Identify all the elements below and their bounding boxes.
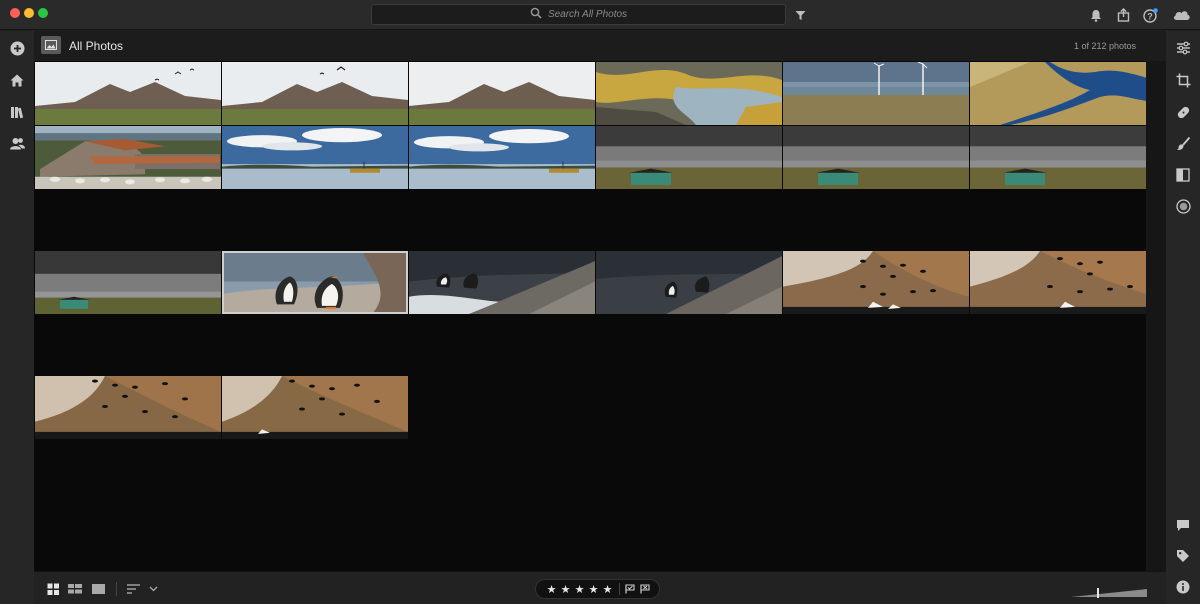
photo-tile[interactable]: [222, 62, 408, 125]
gradient-icon[interactable]: [1174, 166, 1192, 184]
photo-tile[interactable]: [222, 376, 408, 439]
bottom-toolbar: ★ ★ ★ ★ ★: [34, 571, 1166, 604]
flag-pick-icon[interactable]: [625, 584, 635, 594]
left-rail: [0, 31, 34, 604]
rating-star-1[interactable]: ★: [545, 583, 558, 596]
square-grid-icon[interactable]: [46, 582, 60, 596]
photo-tile[interactable]: [409, 126, 595, 189]
photo-tile[interactable]: [783, 62, 969, 125]
photo-tile[interactable]: [35, 251, 221, 314]
edit-sliders-icon[interactable]: [1174, 39, 1192, 57]
detail-view-icon[interactable]: [91, 582, 105, 596]
tag-icon[interactable]: [1174, 547, 1192, 565]
photo-count: 1 of 212 photos: [1073, 41, 1136, 51]
photo-tile[interactable]: [596, 126, 782, 189]
minimize-window-button[interactable]: [24, 8, 34, 18]
photo-tile[interactable]: [35, 376, 221, 439]
people-icon[interactable]: [8, 134, 26, 152]
photo-tile-selected[interactable]: [222, 251, 408, 314]
toolbar-divider: [116, 582, 117, 596]
grid-scrollbar[interactable]: [1146, 61, 1166, 571]
photo-tile[interactable]: [596, 251, 782, 314]
zoom-window-button[interactable]: [38, 8, 48, 18]
filter-icon[interactable]: [792, 7, 808, 23]
chevron-down-icon[interactable]: [148, 582, 158, 596]
content-header: All Photos 1 of 212 photos: [34, 31, 1166, 61]
photo-tile[interactable]: [970, 62, 1156, 125]
search-icon: [530, 7, 542, 22]
library-icon[interactable]: [8, 103, 26, 121]
share-icon[interactable]: [1115, 7, 1131, 23]
crop-icon[interactable]: [1174, 71, 1192, 89]
brush-icon[interactable]: [1174, 134, 1192, 152]
cloud-icon[interactable]: [1171, 7, 1191, 23]
photo-grid-icon[interactable]: [68, 582, 82, 596]
photo-tile[interactable]: [409, 62, 595, 125]
photo-tile[interactable]: [970, 126, 1156, 189]
rating-divider: [619, 583, 620, 595]
rating-star-3[interactable]: ★: [573, 583, 586, 596]
photo-tile[interactable]: [783, 126, 969, 189]
photo-tile[interactable]: [409, 251, 595, 314]
add-photo-icon[interactable]: [8, 39, 26, 57]
healing-icon[interactable]: [1174, 103, 1192, 121]
info-icon[interactable]: [1174, 578, 1192, 596]
photos-album-icon: [41, 36, 61, 54]
photo-tile[interactable]: [596, 62, 782, 125]
photo-tile[interactable]: [222, 126, 408, 189]
sort-icon[interactable]: [126, 582, 140, 596]
home-icon[interactable]: [8, 71, 26, 89]
right-rail: [1166, 31, 1200, 604]
photo-tile[interactable]: [970, 251, 1156, 314]
title-bar: Search All Photos ?: [0, 0, 1200, 30]
thumbnail-size-slider[interactable]: [1071, 585, 1147, 598]
bell-icon[interactable]: [1088, 7, 1104, 23]
rating-star-2[interactable]: ★: [559, 583, 572, 596]
svg-text:?: ?: [1147, 11, 1153, 21]
photo-tile[interactable]: [35, 126, 221, 189]
search-placeholder: Search All Photos: [547, 9, 628, 20]
comment-icon[interactable]: [1174, 516, 1192, 534]
rating-star-4[interactable]: ★: [587, 583, 600, 596]
photo-tile[interactable]: [35, 62, 221, 125]
help-icon[interactable]: ?: [1142, 7, 1158, 23]
search-field[interactable]: Search All Photos: [371, 4, 786, 25]
rating-flag-control: ★ ★ ★ ★ ★: [535, 579, 660, 599]
radial-icon[interactable]: [1174, 197, 1192, 215]
rating-star-5[interactable]: ★: [601, 583, 614, 596]
flag-reject-icon[interactable]: [640, 584, 650, 594]
photo-tile[interactable]: [783, 251, 969, 314]
photo-grid: [34, 61, 1156, 571]
close-window-button[interactable]: [10, 8, 20, 18]
page-title: All Photos: [69, 39, 124, 53]
